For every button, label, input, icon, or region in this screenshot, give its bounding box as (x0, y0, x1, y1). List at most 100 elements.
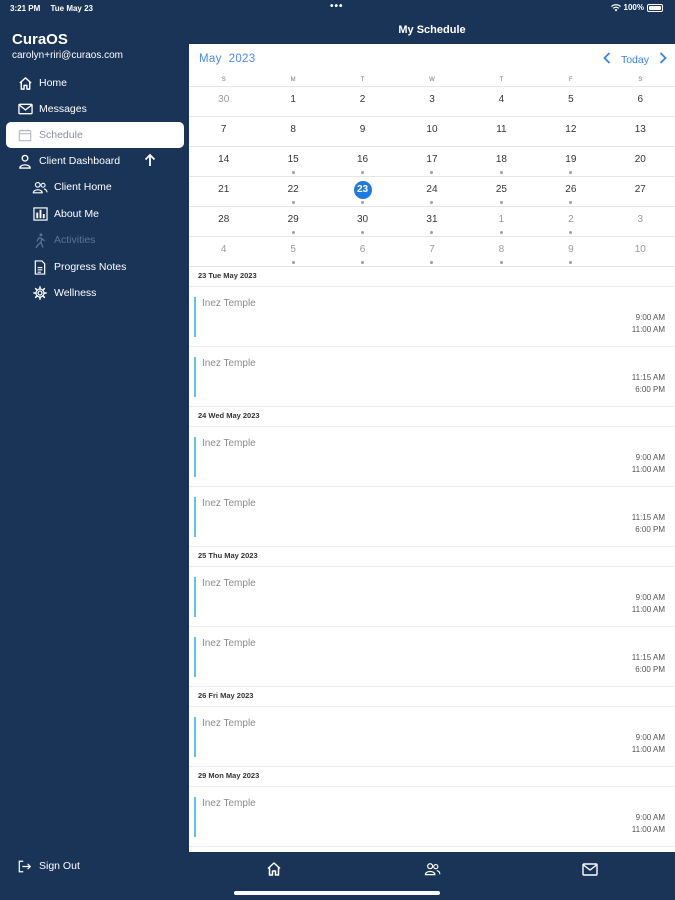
day-number: 6 (637, 94, 644, 105)
calendar-day-selected[interactable]: 23 (327, 176, 398, 206)
today-button[interactable]: Today (621, 54, 649, 66)
calendar-day[interactable]: 26 (536, 176, 606, 206)
weekday-header: SMTWTFS (189, 74, 675, 86)
day-number: 30 (218, 94, 230, 105)
event-end-time: 11:00 AM (631, 745, 665, 754)
calendar-day[interactable]: 21 (189, 176, 259, 206)
calendar-day[interactable]: 7 (189, 116, 259, 146)
sidebar-item-progress-notes[interactable]: Progress Notes (6, 254, 184, 280)
event-end-time: 11:00 AM (631, 605, 665, 614)
running-icon (31, 231, 49, 249)
sidebar-item-schedule[interactable]: Schedule (6, 122, 184, 148)
event-item[interactable]: Inez Temple 9:00 AM 11:00 AM (189, 567, 675, 627)
sidebar-item-messages[interactable]: Messages (6, 96, 184, 122)
sidebar-item-client-dashboard[interactable]: Client Dashboard (6, 148, 184, 174)
sidebar-item-client-home[interactable]: Client Home (6, 174, 184, 200)
calendar-day[interactable]: 18 (466, 146, 537, 176)
event-start-time: 11:15 AM (631, 373, 665, 382)
calendar-day[interactable]: 22 (258, 176, 328, 206)
agenda-day-header: 25 Thu May 2023 (189, 547, 675, 567)
sidebar: CuraOS carolyn+riri@curaos.com Home Mess… (0, 16, 189, 900)
wifi-icon (610, 3, 621, 11)
day-number: 1 (290, 94, 296, 105)
calendar-day[interactable]: 14 (189, 146, 259, 176)
home-indicator[interactable] (234, 891, 440, 895)
event-dot (569, 171, 573, 174)
calendar-day[interactable]: 16 (327, 146, 398, 176)
page-title: My Schedule (398, 24, 466, 36)
calendar-nav: Today (603, 52, 667, 67)
event-title: Inez Temple (202, 298, 256, 309)
tab-people-icon[interactable] (423, 860, 441, 878)
calendar-day[interactable]: 1 (258, 86, 328, 116)
event-color-bar (194, 357, 196, 397)
calendar-day[interactable]: 11 (466, 116, 537, 146)
month-year-label[interactable]: May 2023 (199, 53, 255, 65)
calendar-day[interactable]: 15 (258, 146, 328, 176)
calendar-day[interactable]: 10 (605, 236, 675, 266)
calendar-day[interactable]: 6 (327, 236, 398, 266)
event-item[interactable]: Inez Temple 9:00 AM 11:00 AM (189, 287, 675, 347)
sidebar-item-label: Messages (39, 103, 87, 115)
day-number: 30 (357, 214, 369, 225)
calendar-day[interactable]: 3 (397, 86, 467, 116)
day-number: 12 (565, 124, 577, 135)
calendar-day[interactable]: 5 (258, 236, 328, 266)
calendar-day[interactable]: 3 (605, 206, 675, 236)
calendar-day[interactable]: 27 (605, 176, 675, 206)
event-item[interactable]: Inez Temple 9:00 AM 11:00 AM (189, 427, 675, 487)
calendar-day[interactable]: 1 (466, 206, 537, 236)
event-item[interactable]: Inez Temple 9:00 AM 11:00 AM (189, 787, 675, 847)
status-date: Tue May 23 (50, 4, 94, 13)
sidebar-item-wellness[interactable]: Wellness (6, 280, 184, 306)
calendar-day[interactable]: 2 (536, 206, 606, 236)
calendar-day[interactable]: 30 (189, 86, 259, 116)
sidebar-item-label: Client Dashboard (39, 155, 121, 167)
calendar-day[interactable]: 9 (536, 236, 606, 266)
calendar-day[interactable]: 29 (258, 206, 328, 236)
event-item[interactable]: Inez Temple 9:00 AM 11:00 AM (189, 707, 675, 767)
calendar-day[interactable]: 20 (605, 146, 675, 176)
calendar-day[interactable]: 5 (536, 86, 606, 116)
chevron-left-icon[interactable] (603, 52, 611, 67)
calendar-day[interactable]: 2 (327, 86, 398, 116)
multitasking-dots[interactable]: ••• (330, 1, 344, 12)
calendar-day[interactable]: 12 (536, 116, 606, 146)
calendar-day[interactable]: 17 (397, 146, 467, 176)
arrow-up-icon[interactable] (144, 153, 156, 170)
event-dot (499, 261, 503, 264)
calendar-day[interactable]: 10 (397, 116, 467, 146)
calendar-day[interactable]: 8 (466, 236, 537, 266)
calendar-day[interactable]: 13 (605, 116, 675, 146)
chevron-right-icon[interactable] (659, 52, 667, 67)
agenda-day-header: 29 Mon May 2023 (189, 767, 675, 787)
day-number: 10 (426, 124, 438, 135)
sign-out-button[interactable]: Sign Out (6, 853, 184, 879)
battery-percent: 100% (623, 3, 644, 12)
calendar-day[interactable]: 28 (189, 206, 259, 236)
calendar-day[interactable]: 8 (258, 116, 328, 146)
calendar-day[interactable]: 30 (327, 206, 398, 236)
day-number: 15 (287, 154, 299, 165)
event-item[interactable]: Inez Temple 11:15 AM 6:00 PM (189, 487, 675, 547)
calendar-day[interactable]: 7 (397, 236, 467, 266)
event-item[interactable]: Inez Temple 11:15 AM 6:00 PM (189, 347, 675, 407)
day-number: 19 (565, 154, 577, 165)
calendar-day[interactable]: 19 (536, 146, 606, 176)
event-item[interactable]: Inez Temple 11:15 AM 6:00 PM (189, 627, 675, 687)
calendar-day[interactable]: 31 (397, 206, 467, 236)
status-time: 3:21 PM (10, 4, 41, 13)
tab-messages-icon[interactable] (581, 860, 599, 878)
calendar-day[interactable]: 25 (466, 176, 537, 206)
sidebar-item-activities: Activities (6, 227, 184, 253)
calendar-day[interactable]: 6 (605, 86, 675, 116)
calendar-day[interactable]: 4 (189, 236, 259, 266)
calendar-day[interactable]: 4 (466, 86, 537, 116)
event-title: Inez Temple (202, 498, 256, 509)
calendar-day[interactable]: 24 (397, 176, 467, 206)
tab-home-icon[interactable] (265, 860, 283, 878)
calendar-day[interactable]: 9 (327, 116, 398, 146)
people-icon (31, 178, 49, 196)
sidebar-item-about-me[interactable]: About Me (6, 201, 184, 227)
sidebar-item-home[interactable]: Home (6, 70, 184, 96)
